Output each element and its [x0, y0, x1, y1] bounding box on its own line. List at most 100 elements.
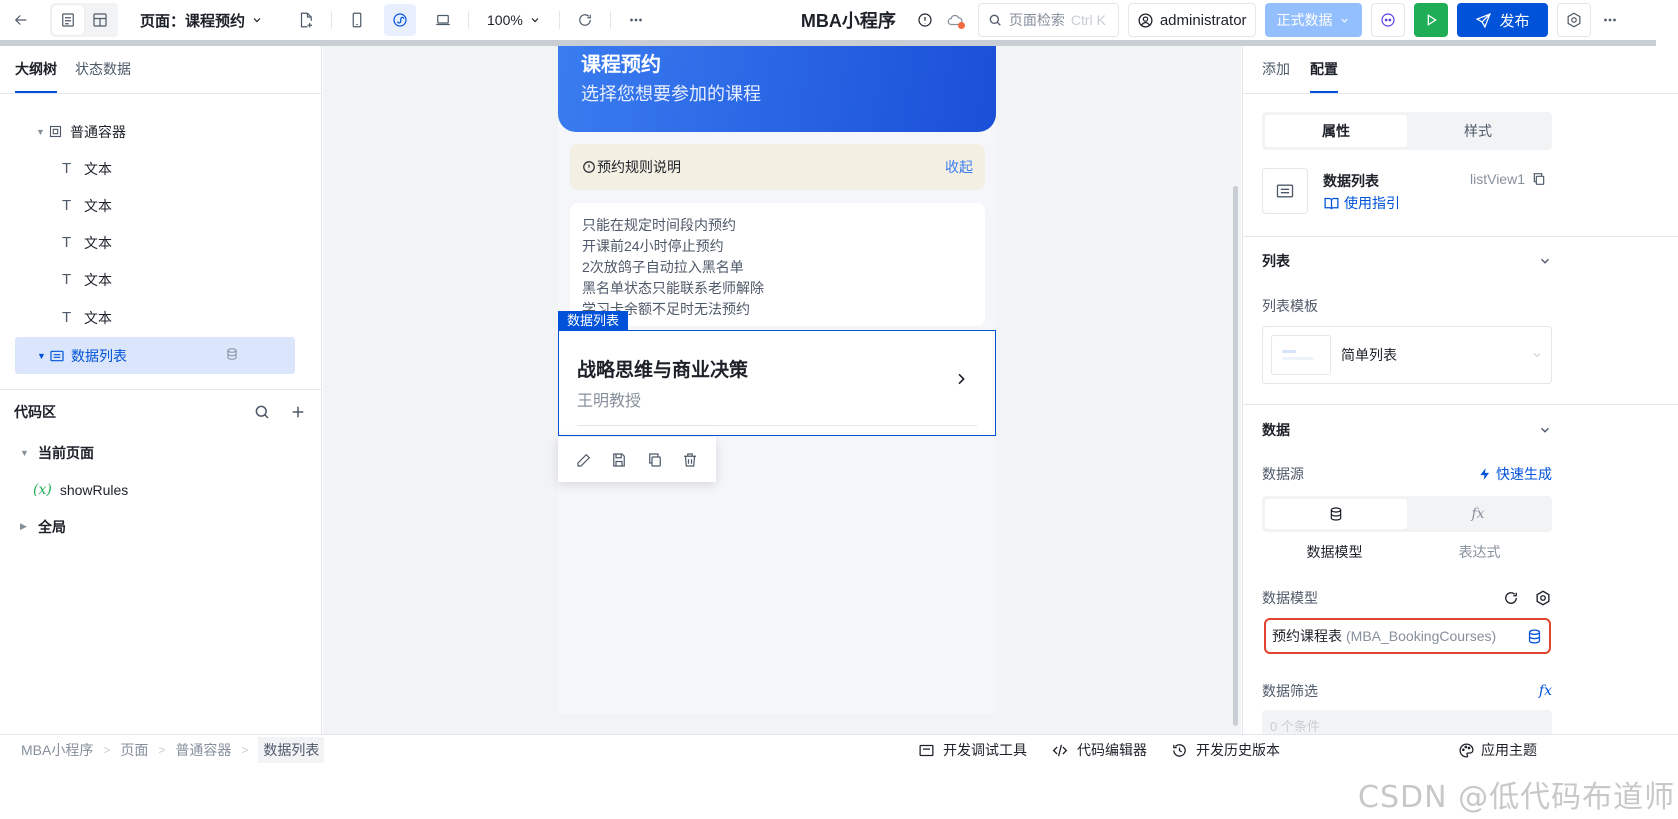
layout-view-icon[interactable] — [84, 5, 116, 35]
text-icon: T — [62, 160, 72, 177]
breadcrumb-item[interactable]: 页面 — [120, 740, 148, 760]
divider — [1243, 404, 1678, 405]
quick-generate-link[interactable]: 快速生成 — [1478, 464, 1552, 484]
data-source-option-label[interactable]: 表达式 — [1407, 542, 1552, 562]
code-group-current-page[interactable]: ▼ 当前页面 — [0, 434, 321, 471]
code-variable-name: showRules — [59, 481, 129, 498]
page-search-input[interactable]: 页面检索 Ctrl K — [977, 3, 1119, 37]
rules-header[interactable]: 预约规则说明 收起 — [570, 144, 985, 190]
miniprogram-preview-icon[interactable] — [384, 4, 417, 36]
tab-styles[interactable]: 样式 — [1407, 115, 1549, 147]
database-icon[interactable] — [1526, 628, 1543, 645]
chevron-down-icon — [531, 18, 539, 23]
chevron-down-icon — [1541, 427, 1549, 433]
section-list-header[interactable]: 列表 — [1262, 251, 1552, 271]
desktop-preview-icon[interactable] — [428, 5, 458, 35]
tree-node-data-list[interactable]: ▼ 数据列表 — [15, 337, 295, 374]
data-model-row: 数据模型 — [1262, 588, 1552, 608]
more-icon[interactable] — [621, 5, 651, 35]
edit-icon[interactable] — [572, 448, 596, 472]
tab-add[interactable]: 添加 — [1262, 59, 1290, 93]
tab-config[interactable]: 配置 — [1310, 59, 1338, 93]
delete-icon[interactable] — [678, 448, 702, 472]
search-placeholder: 页面检索 — [1008, 12, 1065, 28]
search-icon[interactable] — [253, 403, 271, 421]
caret-down-icon[interactable]: ▼ — [36, 127, 48, 137]
code-variable-item[interactable]: (x) showRules — [0, 471, 321, 508]
mobile-preview-icon[interactable] — [342, 5, 372, 35]
run-button[interactable] — [1413, 3, 1448, 37]
code-area-header: 代码区 — [0, 390, 321, 434]
tree-node-text[interactable]: T 文本 — [62, 224, 321, 261]
copy-icon[interactable] — [1531, 171, 1547, 187]
data-source-row: 数据源 快速生成 — [1262, 464, 1552, 484]
plus-icon[interactable] — [289, 403, 307, 421]
caret-down-icon[interactable]: ▼ — [37, 351, 49, 361]
env-select[interactable]: 正式数据 — [1264, 3, 1362, 37]
code-group-global[interactable]: ▶ 全局 — [0, 508, 321, 545]
breadcrumb-item[interactable]: 普通容器 — [175, 740, 231, 760]
data-model-option-icon[interactable] — [1265, 499, 1407, 529]
caret-right-icon[interactable]: ▶ — [20, 521, 38, 532]
rules-collapse-link[interactable]: 收起 — [945, 157, 973, 177]
ai-assistant-icon[interactable] — [1370, 3, 1405, 37]
tree-node-text[interactable]: T 文本 — [62, 187, 321, 224]
section-title: 数据 — [1262, 422, 1290, 438]
refresh-icon[interactable] — [570, 5, 600, 35]
refresh-icon[interactable] — [1502, 589, 1520, 607]
tool-label: 开发历史版本 — [1196, 742, 1280, 758]
tree-node-container[interactable]: ▼ 普通容器 — [36, 113, 316, 150]
settings-icon[interactable] — [1534, 589, 1552, 607]
data-list-item[interactable]: 战略思维与商业决策 王明教授 — [558, 330, 996, 436]
hero-banner[interactable]: 课程预约 选择您想要参加的课程 — [558, 46, 996, 132]
chevron-down-icon — [1533, 353, 1541, 358]
divider — [1243, 236, 1678, 237]
data-source-option-label[interactable]: 数据模型 — [1262, 542, 1407, 562]
database-icon — [225, 347, 239, 364]
history-version-button[interactable]: 开发历史版本 — [1171, 740, 1280, 760]
cloud-sync-icon[interactable] — [940, 5, 970, 35]
info-icon — [583, 161, 595, 173]
tab-properties[interactable]: 属性 — [1265, 115, 1407, 147]
usage-guide-link[interactable]: 使用指引 — [1323, 193, 1400, 213]
page-selector[interactable]: 页面：课程预约 — [140, 10, 263, 31]
settings-icon[interactable] — [1556, 3, 1591, 37]
user-button[interactable]: administrator — [1127, 3, 1256, 37]
save-icon[interactable] — [607, 448, 631, 472]
caret-down-icon[interactable]: ▼ — [20, 448, 38, 458]
more-menu-icon[interactable] — [1595, 5, 1625, 35]
tree-node-text[interactable]: T 文本 — [62, 261, 321, 298]
tree-node-text[interactable]: T 文本 — [62, 150, 321, 187]
publish-button[interactable]: 发布 — [1456, 3, 1548, 37]
app-title: MBA小程序 — [800, 11, 896, 31]
data-model-select[interactable]: 预约课程表 (MBA_BookingCourses) — [1264, 618, 1551, 654]
template-select[interactable]: 简单列表 — [1262, 326, 1552, 384]
zoom-selector[interactable]: 100% — [487, 12, 541, 28]
chevron-right-icon — [958, 373, 965, 385]
divider — [331, 11, 333, 29]
dev-debug-tool-button[interactable]: 开发调试工具 — [918, 740, 1027, 760]
page-view-icon[interactable] — [52, 5, 84, 35]
section-data-header[interactable]: 数据 — [1262, 420, 1552, 440]
tab-outline-tree[interactable]: 大纲树 — [15, 59, 57, 93]
copy-icon[interactable] — [643, 448, 667, 472]
add-page-icon[interactable] — [291, 5, 321, 35]
app-theme-button[interactable]: 应用主题 — [1458, 735, 1537, 765]
status-bar: MBA小程序 > 页面 > 普通容器 > 数据列表 开发调试工具 代码编辑器 开… — [0, 734, 1678, 764]
tree-node-text[interactable]: T 文本 — [62, 299, 321, 336]
back-arrow-icon[interactable] — [6, 5, 36, 35]
breadcrumb-item[interactable]: MBA小程序 — [21, 740, 93, 760]
canvas-scrollbar[interactable] — [1233, 186, 1238, 726]
tab-state-data[interactable]: 状态数据 — [75, 59, 131, 93]
expression-option-icon[interactable]: fx — [1407, 499, 1549, 529]
breadcrumb-item-current[interactable]: 数据列表 — [258, 736, 325, 763]
expression-icon[interactable]: fx — [1539, 683, 1552, 699]
design-canvas[interactable]: 课程预约 选择您想要参加的课程 预约规则说明 收起 只能在规定时间段内预约 开课… — [323, 46, 1241, 734]
component-id: listView1 — [1470, 171, 1547, 187]
divider — [609, 11, 611, 29]
info-icon[interactable] — [910, 5, 940, 35]
data-filter-label: 数据筛选 — [1262, 683, 1318, 699]
code-editor-button[interactable]: 代码编辑器 — [1051, 740, 1147, 760]
rules-title: 预约规则说明 — [597, 159, 681, 175]
data-filter-input[interactable]: 0 个条件 — [1262, 710, 1552, 734]
